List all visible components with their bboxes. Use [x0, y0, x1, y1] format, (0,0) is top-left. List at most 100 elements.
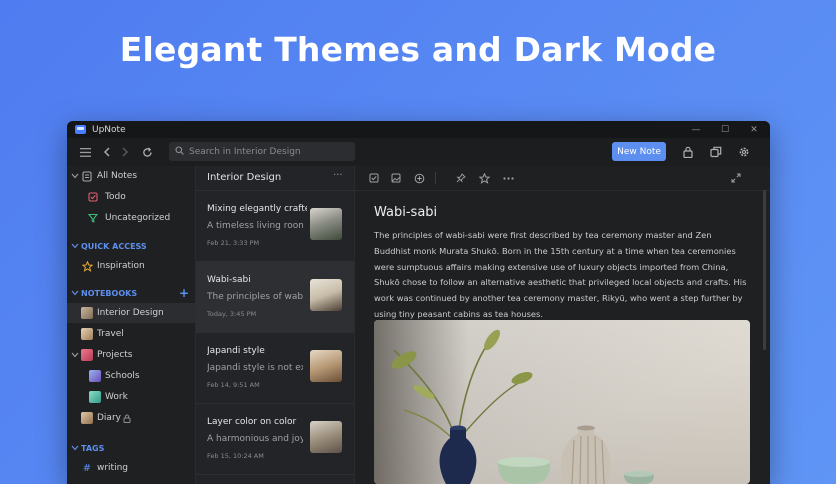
- app-logo-icon: [75, 125, 86, 134]
- add-circle-icon[interactable]: [412, 171, 426, 185]
- note-date: Today, 3:45 PM: [207, 310, 257, 318]
- editor: Wabi-sabi The principles of wabi-sabi we…: [355, 166, 770, 484]
- hash-icon: #: [82, 462, 92, 474]
- checklist-icon[interactable]: [367, 171, 381, 185]
- notes-icon: [81, 170, 93, 182]
- search-icon: [175, 145, 189, 158]
- note-thumbnail: [310, 208, 342, 240]
- more-options-icon[interactable]: ···: [333, 170, 343, 181]
- note-body[interactable]: The principles of wabi-sabi were first d…: [374, 228, 750, 323]
- note-card[interactable]: Mixing elegantly crafte... A timeless li…: [196, 191, 354, 262]
- notebook-cover-icon: [81, 328, 93, 340]
- section-label: NOTEBOOKS: [81, 288, 138, 298]
- sidebar-item-label: Work: [105, 392, 128, 402]
- note-title: Layer color on color: [207, 417, 297, 427]
- close-button[interactable]: ✕: [744, 121, 764, 138]
- section-label: QUICK ACCESS: [81, 241, 147, 251]
- notebook-cover-icon: [81, 412, 93, 424]
- notebook-cover-icon: [89, 391, 101, 403]
- gear-icon[interactable]: [736, 144, 752, 160]
- note-image: [374, 320, 750, 484]
- sidebar-item-uncategorized[interactable]: Uncategorized: [67, 208, 195, 228]
- sidebar-item-label: Schools: [105, 371, 140, 381]
- chevron-down-icon[interactable]: [71, 289, 79, 298]
- scrollbar[interactable]: [763, 190, 766, 350]
- sidebar-item-work[interactable]: Work: [67, 387, 195, 407]
- lock-icon[interactable]: [680, 144, 696, 160]
- note-list: Interior Design ··· Mixing elegantly cra…: [196, 166, 355, 484]
- pin-icon[interactable]: [454, 171, 468, 185]
- star-icon[interactable]: [477, 171, 491, 185]
- chevron-down-icon[interactable]: [71, 242, 79, 251]
- note-card[interactable]: Japandi style Japandi style is not exa..…: [196, 333, 354, 404]
- notebook-cover-icon: [81, 307, 93, 319]
- sidebar-item-projects[interactable]: Projects: [67, 345, 195, 365]
- note-list-header: Interior Design ···: [196, 166, 354, 191]
- sidebar-item-todo[interactable]: Todo: [67, 187, 195, 207]
- toolbar-divider: [435, 172, 436, 184]
- image-icon[interactable]: [389, 171, 403, 185]
- windows-icon[interactable]: [708, 144, 724, 160]
- search-box[interactable]: [169, 142, 355, 161]
- notebook-cover-icon: [81, 349, 93, 361]
- note-snippet: The principles of wabi-...: [207, 292, 303, 302]
- note-snippet: Japandi style is not exa...: [207, 363, 303, 373]
- sidebar-item-diary[interactable]: Diary: [67, 408, 195, 428]
- note-thumbnail: [310, 350, 342, 382]
- more-options-icon[interactable]: [501, 171, 515, 185]
- note-list-title: Interior Design: [207, 172, 282, 183]
- tags-header[interactable]: TAGS: [67, 440, 195, 456]
- new-note-button[interactable]: New Note: [612, 142, 666, 161]
- sidebar-item-label: Uncategorized: [105, 213, 171, 223]
- refresh-icon[interactable]: [139, 144, 155, 160]
- sidebar-item-label: Inspiration: [97, 261, 145, 271]
- sidebar: All Notes Todo Uncategorized QUICK ACCES…: [67, 166, 196, 484]
- maximize-button[interactable]: ☐: [715, 121, 735, 138]
- note-card[interactable]: Wabi-sabi The principles of wabi-... Tod…: [196, 262, 354, 333]
- sidebar-item-label: Projects: [97, 350, 133, 360]
- chevron-down-icon[interactable]: [71, 444, 79, 453]
- app-title: UpNote: [92, 124, 126, 135]
- note-date: Feb 14, 9:51 AM: [207, 381, 260, 389]
- notebook-cover-icon: [89, 370, 101, 382]
- title-bar: UpNote — ☐ ✕: [67, 121, 770, 138]
- note-thumbnail: [310, 421, 342, 453]
- note-title: Wabi-sabi: [207, 275, 251, 285]
- section-label: TAGS: [81, 443, 105, 453]
- search-input[interactable]: [189, 146, 349, 157]
- menu-icon[interactable]: [77, 144, 93, 160]
- sidebar-item-label: writing: [97, 463, 129, 473]
- checkbox-icon: [87, 191, 99, 203]
- note-thumbnail: [310, 279, 342, 311]
- back-icon[interactable]: [99, 144, 115, 160]
- funnel-icon: [87, 212, 99, 224]
- star-icon: [81, 260, 93, 272]
- chevron-down-icon[interactable]: [71, 351, 79, 360]
- sidebar-item-schools[interactable]: Schools: [67, 366, 195, 386]
- note-date: Feb 21, 3:33 PM: [207, 239, 260, 247]
- note-card[interactable]: Layer color on color A harmonious and jo…: [196, 404, 354, 475]
- note-snippet: A harmonious and joyf...: [207, 434, 303, 444]
- sidebar-item-tag-writing[interactable]: # writing: [67, 458, 195, 478]
- add-notebook-icon[interactable]: +: [179, 286, 189, 300]
- notebooks-header[interactable]: NOTEBOOKS +: [67, 285, 195, 301]
- minimize-button[interactable]: —: [686, 121, 706, 138]
- forward-icon[interactable]: [117, 144, 133, 160]
- note-snippet: A timeless living room ...: [207, 221, 303, 231]
- headline: Elegant Themes and Dark Mode: [119, 30, 717, 69]
- note-title[interactable]: Wabi-sabi: [374, 205, 437, 220]
- note-title: Mixing elegantly crafte...: [207, 204, 307, 214]
- lock-icon: [121, 412, 133, 424]
- app-window: UpNote — ☐ ✕ New Note: [67, 121, 770, 484]
- chevron-down-icon[interactable]: [71, 172, 79, 181]
- sidebar-item-all-notes[interactable]: All Notes: [67, 166, 195, 186]
- sidebar-item-label: Todo: [105, 192, 126, 202]
- sidebar-item-interior-design[interactable]: Interior Design: [67, 303, 195, 323]
- editor-toolbar: [355, 166, 770, 191]
- sidebar-item-travel[interactable]: Travel: [67, 324, 195, 344]
- sidebar-item-label: Interior Design: [97, 308, 164, 318]
- quick-access-header[interactable]: QUICK ACCESS: [67, 238, 195, 254]
- sidebar-item-inspiration[interactable]: Inspiration: [67, 256, 195, 276]
- sidebar-item-label: Diary: [97, 413, 121, 423]
- expand-icon[interactable]: [729, 171, 743, 185]
